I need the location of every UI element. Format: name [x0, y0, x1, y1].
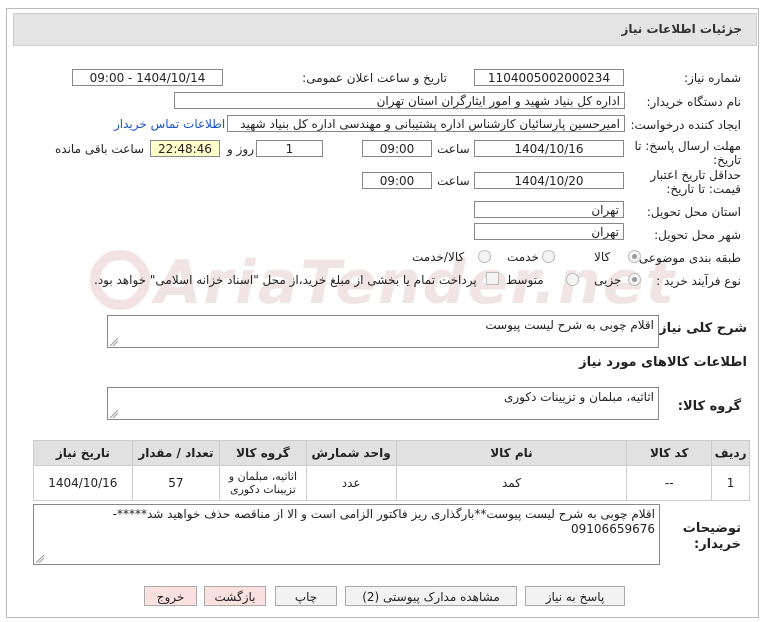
back-button[interactable]: بازگشت: [204, 586, 266, 606]
process-minor-label: جزیی: [594, 273, 622, 287]
category-service-radio[interactable]: [542, 250, 555, 263]
col-goods-code: کد کالا: [626, 440, 713, 466]
remaining-time-field: 22:48:46: [150, 140, 220, 157]
col-quantity: تعداد / مقدار: [131, 440, 221, 466]
deadline-days-label: روز و: [227, 142, 254, 156]
goods-section-title: اطلاعات کالاهای مورد نیاز: [579, 355, 747, 370]
islamic-treasury-note: پرداخت تمام یا بخشی از مبلغ خرید،از محل …: [94, 273, 477, 287]
validity-time-field[interactable]: 09:00: [362, 172, 432, 189]
process-medium-radio[interactable]: [566, 273, 579, 286]
category-service-label: خدمت: [507, 250, 539, 264]
process-medium-label: متوسط: [506, 273, 544, 287]
col-row-number: ردیف: [711, 440, 750, 466]
general-desc-label: شرح کلی نیاز:: [653, 321, 747, 336]
province-field[interactable]: تهران: [474, 201, 624, 218]
category-goods-service-radio[interactable]: [478, 250, 491, 263]
need-number-field[interactable]: 1104005002000234: [474, 69, 624, 86]
buyer-org-field[interactable]: اداره کل بنیاد شهید و امور ایثارگران است…: [174, 92, 625, 109]
city-field[interactable]: تهران: [474, 223, 624, 240]
validity-label-2: قیمت: تا تاریخ:: [666, 182, 741, 196]
buyer-contact-link[interactable]: اطلاعات تماس خریدار: [114, 117, 225, 131]
cell-goods-name: کمد: [395, 465, 628, 501]
cell-unit: عدد: [305, 465, 397, 501]
validity-time-label: ساعت: [437, 174, 470, 188]
exit-button[interactable]: خروج: [144, 586, 197, 606]
goods-table: ردیف کد کالا نام کالا واحد شمارش گروه کا…: [33, 440, 750, 501]
islamic-treasury-checkbox[interactable]: [486, 272, 499, 285]
deadline-label: مهلت ارسال پاسخ: تا: [634, 139, 741, 153]
process-minor-radio[interactable]: [628, 273, 641, 286]
col-need-date: تاریخ نیاز: [33, 440, 133, 466]
col-unit: واحد شمارش: [305, 440, 397, 466]
cell-goods-code: --: [626, 465, 713, 501]
table-row[interactable]: 1 -- کمد عدد اثاثیه، مبلمان و تزیینات دک…: [33, 465, 750, 501]
announce-datetime-label: تاریخ و ساعت اعلان عمومی:: [302, 71, 447, 85]
cell-goods-group: اثاثیه، مبلمان و تزیینات دکوری: [219, 465, 307, 501]
goods-group-text: اثاثیه، مبلمان و تزیینات دکوری: [503, 390, 654, 404]
cell-need-date: 1404/10/16: [33, 465, 133, 501]
goods-table-header-row: ردیف کد کالا نام کالا واحد شمارش گروه کا…: [33, 440, 750, 466]
goods-group-label: گروه کالا:: [677, 399, 741, 414]
province-label: استان محل تحویل:: [646, 205, 741, 219]
deadline-time-field[interactable]: 09:00: [362, 140, 432, 157]
col-goods-name: نام کالا: [395, 440, 628, 466]
print-button[interactable]: چاپ: [275, 586, 337, 606]
category-goods-service-label: کالا/خدمت: [412, 250, 465, 264]
category-label: طبقه بندی موضوعی:: [634, 251, 741, 265]
city-label: شهر محل تحویل:: [654, 228, 741, 242]
category-goods-radio[interactable]: [628, 250, 641, 263]
validity-date-field[interactable]: 1404/10/20: [474, 172, 624, 189]
announce-datetime-field[interactable]: 1404/10/14 - 09:00: [72, 69, 223, 86]
remaining-time-label: ساعت باقی مانده: [55, 142, 145, 156]
category-goods-label: کالا: [594, 250, 611, 264]
cell-row-number: 1: [711, 465, 750, 501]
reply-button[interactable]: پاسخ به نیاز: [525, 586, 625, 606]
cell-quantity: 57: [131, 465, 221, 501]
requester-field[interactable]: امیرحسین پارسائیان کارشناس اداره پشتیبان…: [227, 115, 625, 132]
page: AriaTender.net جزئیات اطلاعات نیاز شماره…: [0, 0, 761, 622]
resize-handle-icon[interactable]: [36, 555, 44, 563]
resize-handle-icon[interactable]: [110, 338, 118, 346]
buyer-org-label: نام دستگاه خریدار:: [646, 95, 742, 109]
page-title: جزئیات اطلاعات نیاز: [621, 22, 742, 36]
buyer-notes-line-2: 09106659676: [571, 522, 655, 536]
attached-docs-button[interactable]: مشاهده مدارک پیوستی (2): [345, 586, 517, 606]
buyer-notes-textarea[interactable]: اقلام چوبی به شرح لیست پیوست**بارگذاری ر…: [33, 504, 660, 565]
deadline-date-field[interactable]: 1404/10/16: [474, 140, 624, 157]
deadline-label-2: تاریخ:: [713, 153, 741, 167]
panel-header: جزئیات اطلاعات نیاز: [13, 13, 757, 46]
buyer-notes-line-1: اقلام چوبی به شرح لیست پیوست**بارگذاری ر…: [112, 507, 655, 521]
requester-label: ایجاد کننده درخواست:: [630, 118, 741, 132]
need-number-label: شماره نیاز:: [684, 71, 741, 85]
goods-group-textarea[interactable]: اثاثیه، مبلمان و تزیینات دکوری: [107, 387, 659, 420]
buyer-notes-label-2: خریدار:: [694, 537, 741, 552]
general-desc-textarea[interactable]: اقلام چوبی به شرح لیست پیوست: [107, 315, 659, 348]
buyer-notes-label: توضیحات: [682, 521, 741, 536]
validity-label: حداقل تاریخ اعتبار: [650, 168, 741, 182]
resize-handle-icon[interactable]: [110, 410, 118, 418]
process-label: نوع فرآیند خرید :: [656, 274, 741, 288]
col-goods-group: گروه کالا: [219, 440, 307, 466]
general-desc-text: اقلام چوبی به شرح لیست پیوست: [485, 318, 654, 332]
deadline-days-field[interactable]: 1: [256, 140, 323, 157]
deadline-time-label: ساعت: [437, 142, 470, 156]
